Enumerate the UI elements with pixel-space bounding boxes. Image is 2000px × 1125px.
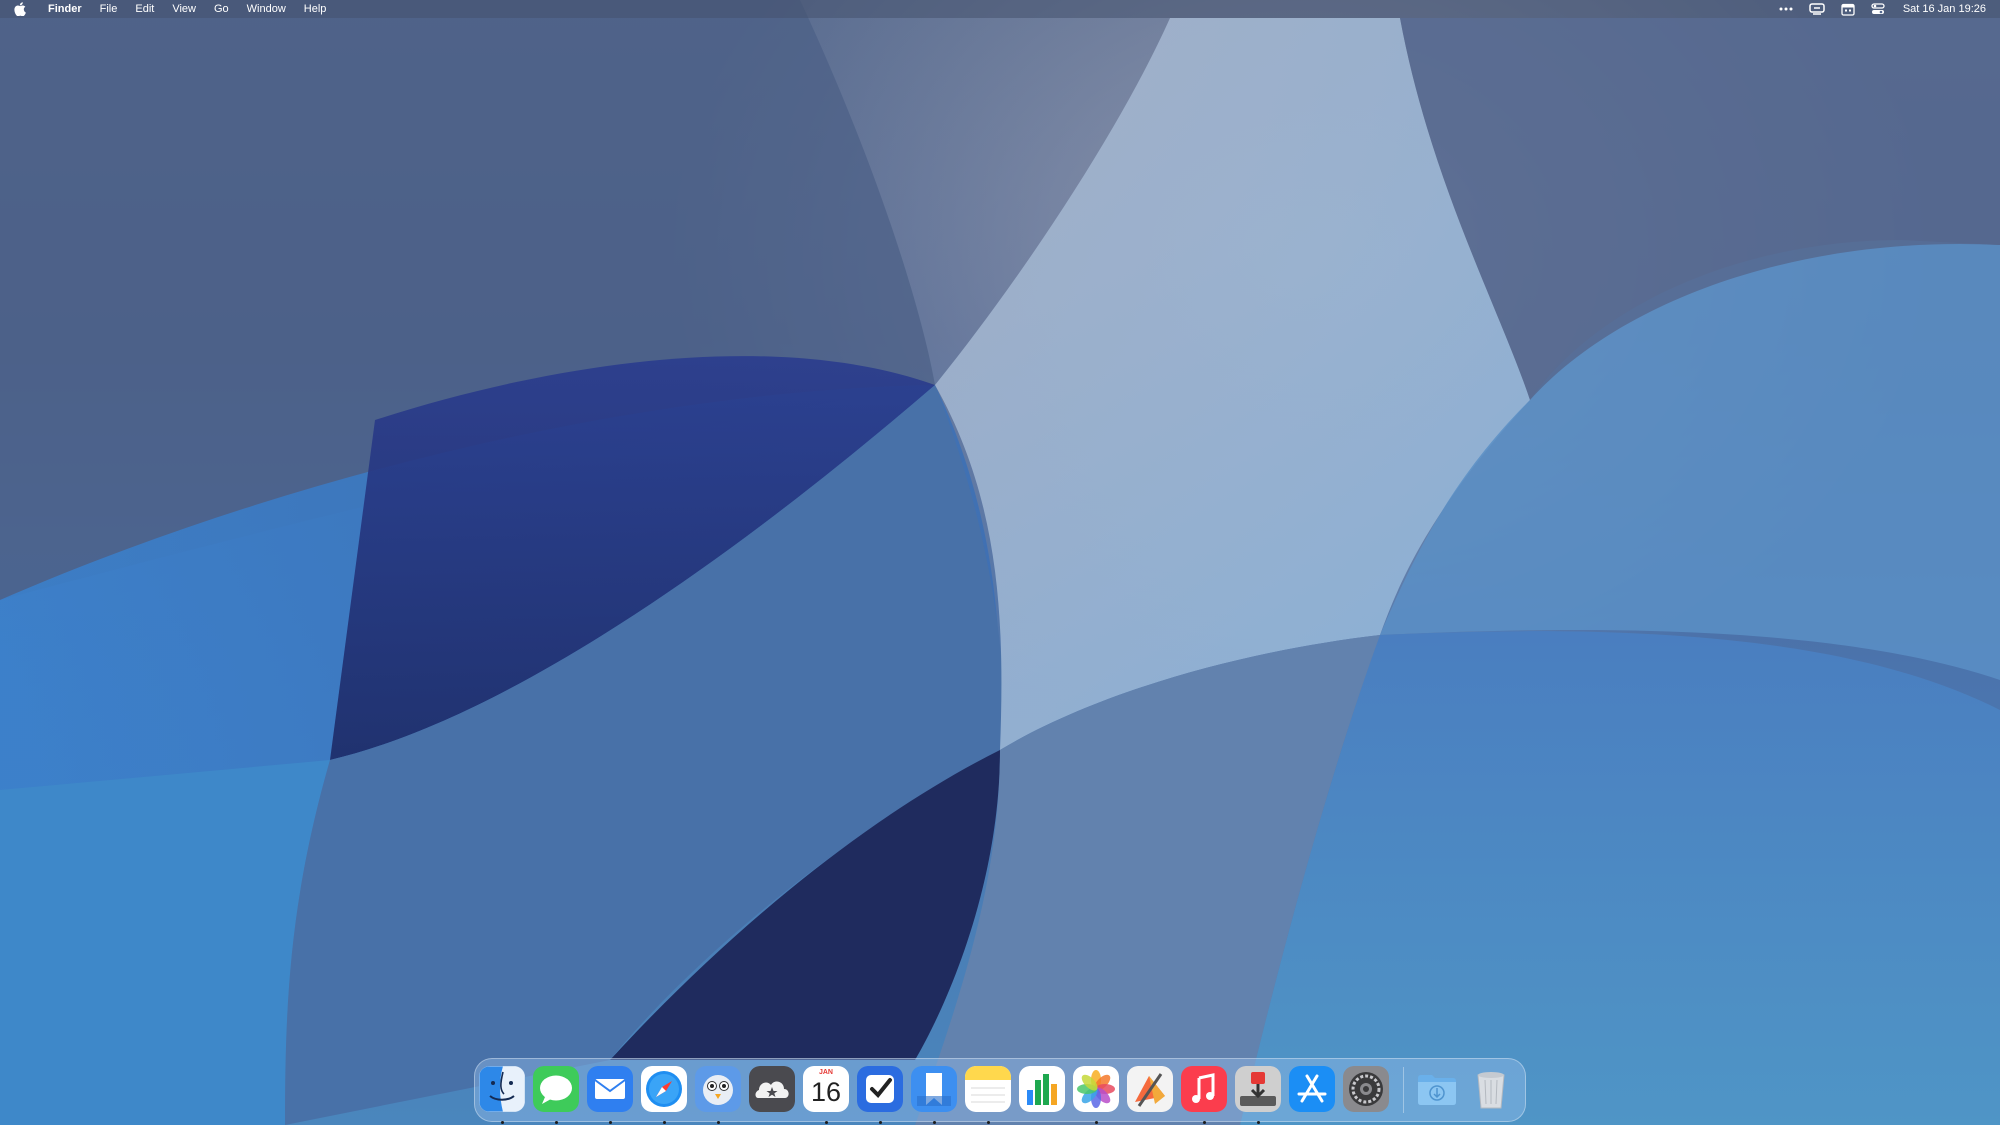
- dock-item-pixelmator[interactable]: [1127, 1066, 1175, 1114]
- bookmarks-icon: [911, 1066, 957, 1112]
- finder-icon: [479, 1066, 525, 1112]
- notes-icon: [965, 1066, 1011, 1112]
- running-indicator: [933, 1121, 936, 1124]
- dock-item-mail[interactable]: [587, 1066, 635, 1124]
- safari-icon: [641, 1066, 687, 1112]
- dock: JAN 16: [474, 1058, 1526, 1124]
- tweetbot-icon: [695, 1066, 741, 1112]
- pixelmator-icon: [1127, 1066, 1173, 1112]
- reeder-icon: [749, 1066, 795, 1112]
- system-preferences-icon: [1343, 1066, 1389, 1112]
- menu-go[interactable]: Go: [214, 0, 229, 18]
- dock-item-trash[interactable]: [1468, 1066, 1516, 1114]
- trash-icon: [1468, 1066, 1514, 1112]
- dock-item-system-preferences[interactable]: [1343, 1066, 1391, 1114]
- mail-icon: [587, 1066, 633, 1112]
- things-icon: [857, 1066, 903, 1112]
- dock-item-bookmarks[interactable]: [911, 1066, 959, 1124]
- dock-item-app-store[interactable]: [1289, 1066, 1337, 1114]
- numbers-icon: [1019, 1066, 1065, 1112]
- menu-help[interactable]: Help: [304, 0, 327, 18]
- screen-mirroring-icon[interactable]: [1809, 3, 1825, 15]
- menu-app-finder[interactable]: Finder: [48, 0, 82, 18]
- calendar-status-icon[interactable]: [1841, 3, 1855, 16]
- dock-item-notes[interactable]: [965, 1066, 1013, 1124]
- running-indicator: [1095, 1121, 1098, 1124]
- running-indicator: [663, 1121, 666, 1124]
- running-indicator: [717, 1121, 720, 1124]
- dock-item-finder[interactable]: [479, 1066, 527, 1124]
- calendar-day: 16: [810, 1077, 842, 1107]
- music-icon: [1181, 1066, 1227, 1112]
- dock-item-music[interactable]: [1181, 1066, 1229, 1124]
- running-indicator: [879, 1121, 882, 1124]
- calendar-icon: JAN 16: [803, 1066, 849, 1112]
- downloads-folder-icon: [1414, 1066, 1460, 1112]
- running-indicator: [555, 1121, 558, 1124]
- dock-item-numbers[interactable]: [1019, 1066, 1067, 1114]
- apple-menu-icon[interactable]: [14, 2, 26, 17]
- running-indicator: [1203, 1121, 1206, 1124]
- desktop-wallpaper: [0, 0, 2000, 1125]
- running-indicator: [501, 1121, 504, 1124]
- more-icon[interactable]: [1779, 7, 1793, 11]
- dock-separator: [1403, 1067, 1404, 1113]
- menu-file[interactable]: File: [100, 0, 118, 18]
- photos-icon: [1073, 1066, 1119, 1112]
- dock-item-downloads[interactable]: [1414, 1066, 1462, 1114]
- dock-item-messages[interactable]: [533, 1066, 581, 1124]
- menu-bar: Finder File Edit View Go Window Help Sat…: [0, 0, 2000, 18]
- dock-item-things[interactable]: [857, 1066, 905, 1124]
- running-indicator: [609, 1121, 612, 1124]
- menu-edit[interactable]: Edit: [135, 0, 154, 18]
- wallpaper-shapes: [0, 0, 2000, 1125]
- dock-item-reeder[interactable]: [749, 1066, 797, 1114]
- dock-item-photos[interactable]: [1073, 1066, 1121, 1124]
- messages-icon: [533, 1066, 579, 1112]
- control-center-icon[interactable]: [1871, 3, 1885, 15]
- dock-item-transmit[interactable]: [1235, 1066, 1283, 1124]
- menu-window[interactable]: Window: [247, 0, 286, 18]
- running-indicator: [1257, 1121, 1260, 1124]
- app-store-icon: [1289, 1066, 1335, 1112]
- dock-item-calendar[interactable]: JAN 16: [803, 1066, 851, 1124]
- menu-bar-clock[interactable]: Sat 16 Jan 19:26: [1903, 3, 1986, 15]
- running-indicator: [825, 1121, 828, 1124]
- calendar-month: JAN: [818, 1069, 833, 1076]
- running-indicator: [987, 1121, 990, 1124]
- dock-item-tweetbot[interactable]: [695, 1066, 743, 1124]
- dock-item-safari[interactable]: [641, 1066, 689, 1124]
- transmit-icon: [1235, 1066, 1281, 1112]
- menu-view[interactable]: View: [172, 0, 196, 18]
